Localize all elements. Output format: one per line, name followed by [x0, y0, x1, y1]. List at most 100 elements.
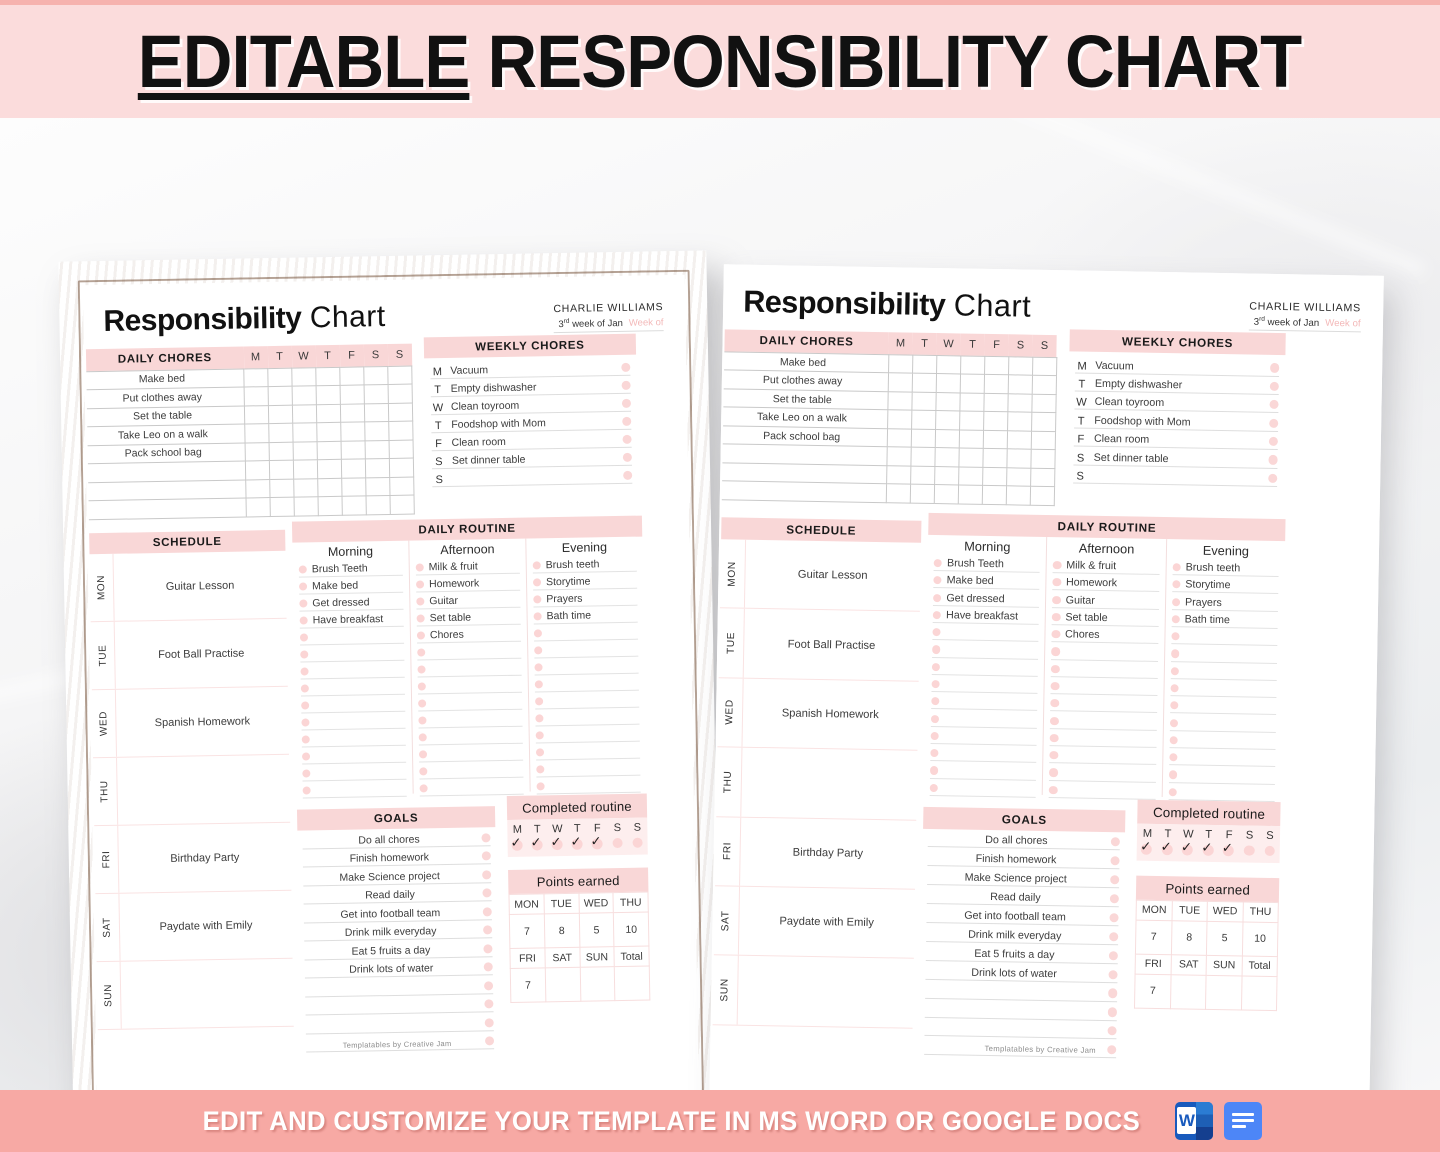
schedule-entry[interactable]	[121, 959, 294, 1029]
daily-chore-checkbox-cell[interactable]	[340, 421, 366, 441]
daily-chore-checkbox-cell[interactable]	[390, 495, 415, 514]
routine-dot[interactable]	[533, 595, 542, 604]
goal-dot[interactable]	[483, 943, 493, 953]
goal-dot[interactable]	[484, 999, 494, 1009]
daily-chore-checkbox-cell[interactable]	[1031, 412, 1056, 432]
daily-chore-checkbox-cell[interactable]	[982, 448, 1007, 468]
routine-text[interactable]: Brush Teeth	[312, 562, 368, 576]
daily-chore-checkbox-cell[interactable]	[887, 372, 913, 392]
schedule-entry[interactable]: Paydate with Emily	[738, 887, 915, 958]
daily-chore-checkbox-cell[interactable]	[958, 466, 983, 486]
completed-routine-mark-cell[interactable]: ✓	[1157, 839, 1178, 858]
routine-text[interactable]: Storytime	[546, 575, 591, 589]
points-value[interactable]: 8	[1171, 920, 1208, 956]
routine-dot[interactable]	[930, 749, 939, 758]
routine-text[interactable]: Guitar	[1066, 594, 1095, 608]
points-value[interactable]: 5	[578, 912, 615, 948]
weekly-chore-dot[interactable]	[622, 452, 632, 462]
daily-chore-checkbox-cell[interactable]	[887, 409, 912, 429]
routine-dot[interactable]	[1051, 647, 1060, 656]
daily-chore-checkbox-cell[interactable]	[387, 365, 413, 385]
completed-routine-mark-cell[interactable]: ✓	[547, 834, 567, 853]
routine-dot[interactable]	[301, 752, 311, 761]
daily-chore-checkbox-cell[interactable]	[982, 467, 1007, 487]
routine-dot[interactable]	[1169, 753, 1178, 762]
daily-chore-checkbox-cell[interactable]	[886, 446, 911, 466]
daily-chore-checkbox-cell[interactable]	[389, 439, 414, 459]
daily-chore-checkbox-cell[interactable]	[341, 477, 367, 497]
daily-chore-checkbox-cell[interactable]	[910, 465, 935, 485]
daily-chore-checkbox-cell[interactable]	[243, 368, 269, 387]
routine-dot[interactable]	[931, 662, 941, 672]
daily-chore-checkbox-cell[interactable]	[342, 495, 367, 515]
daily-chore-checkbox-cell[interactable]	[935, 373, 961, 393]
daily-chore-checkbox-cell[interactable]	[294, 496, 319, 516]
daily-chore-checkbox-cell[interactable]	[983, 374, 1009, 394]
daily-chore-checkbox-cell[interactable]	[365, 458, 390, 478]
weekly-chore-dot[interactable]	[621, 380, 631, 390]
completed-routine-mark-cell[interactable]: ✓	[1137, 839, 1158, 858]
weekly-chore-dot[interactable]	[1268, 418, 1279, 428]
points-value[interactable]: 7	[509, 913, 545, 949]
routine-dot[interactable]	[302, 769, 311, 778]
schedule-entry[interactable]: Spanish Homework	[116, 687, 289, 757]
daily-chore-checkbox-cell[interactable]	[245, 479, 271, 498]
daily-chore-checkbox-cell[interactable]	[364, 421, 390, 441]
weekly-chore-dot[interactable]	[622, 416, 632, 426]
routine-text[interactable]: Brush teeth	[546, 558, 600, 572]
schedule-entry[interactable]: Birthday Party	[740, 817, 917, 888]
daily-chore-checkbox-cell[interactable]	[293, 441, 318, 461]
daily-chore-checkbox-cell[interactable]	[1006, 449, 1031, 468]
daily-chore-checkbox-cell[interactable]	[959, 411, 984, 431]
daily-chore-checkbox-cell[interactable]	[960, 355, 985, 375]
daily-chore-checkbox-cell[interactable]	[246, 497, 271, 517]
routine-dot[interactable]	[302, 786, 311, 795]
points-value[interactable]: 10	[1242, 921, 1279, 957]
goal-dot[interactable]	[483, 980, 494, 990]
weekly-chore-dot[interactable]	[1268, 436, 1278, 447]
daily-chore-checkbox-cell[interactable]	[958, 448, 983, 468]
routine-dot[interactable]	[533, 629, 542, 638]
weekly-chore-dot[interactable]	[1269, 363, 1280, 373]
goal-dot[interactable]	[484, 1017, 494, 1027]
schedule-entry[interactable]	[117, 755, 290, 825]
schedule-entry[interactable]: Birthday Party	[118, 823, 291, 893]
routine-dot[interactable]	[419, 767, 428, 776]
completed-routine-mark-cell[interactable]: ✓	[507, 835, 527, 854]
goal-dot[interactable]	[1107, 988, 1118, 998]
completed-routine-mark-cell[interactable]: ✓	[527, 834, 547, 853]
routine-dot[interactable]	[930, 731, 940, 741]
routine-dot[interactable]	[1171, 597, 1181, 607]
routine-dot[interactable]	[416, 614, 425, 623]
daily-chore-checkbox-cell[interactable]	[958, 429, 984, 449]
routine-text[interactable]: Make bed	[312, 580, 358, 594]
routine-text[interactable]: Bath time	[1185, 613, 1230, 627]
routine-dot[interactable]	[415, 563, 424, 572]
goal-dot[interactable]	[483, 962, 493, 972]
daily-chore-checkbox-cell[interactable]	[341, 440, 366, 460]
daily-chore-checkbox-cell[interactable]	[911, 410, 936, 430]
daily-chore-checkbox-cell[interactable]	[959, 374, 985, 394]
schedule-entry[interactable]: Foot Ball Practise	[743, 609, 920, 680]
daily-chore-checkbox-cell[interactable]	[389, 458, 414, 477]
daily-chore-checkbox-cell[interactable]	[363, 365, 389, 385]
daily-chore-checkbox-cell[interactable]	[269, 460, 294, 480]
daily-chore-checkbox-cell[interactable]	[1007, 393, 1032, 413]
routine-dot[interactable]	[932, 610, 942, 620]
routine-dot[interactable]	[416, 631, 426, 640]
routine-text[interactable]: Milk & fruit	[429, 560, 478, 574]
daily-chore-checkbox-cell[interactable]	[244, 405, 269, 424]
daily-chore-checkbox-cell[interactable]	[317, 459, 342, 479]
daily-chore-checkbox-cell[interactable]	[317, 440, 342, 460]
routine-text[interactable]: Homework	[429, 577, 479, 591]
daily-chore-checkbox-cell[interactable]	[245, 460, 270, 480]
daily-chore-checkbox-cell[interactable]	[388, 421, 414, 440]
daily-chore-checkbox-cell[interactable]	[366, 495, 391, 515]
daily-chore-checkbox-cell[interactable]	[244, 423, 270, 443]
daily-chore-checkbox-cell[interactable]	[957, 485, 983, 505]
daily-chore-checkbox-cell[interactable]	[983, 411, 1008, 431]
daily-chore-checkbox-cell[interactable]	[244, 386, 269, 406]
daily-chore-checkbox-cell[interactable]	[888, 354, 913, 374]
daily-chore-checkbox-cell[interactable]	[245, 442, 270, 461]
daily-chore-checkbox-cell[interactable]	[269, 441, 294, 461]
